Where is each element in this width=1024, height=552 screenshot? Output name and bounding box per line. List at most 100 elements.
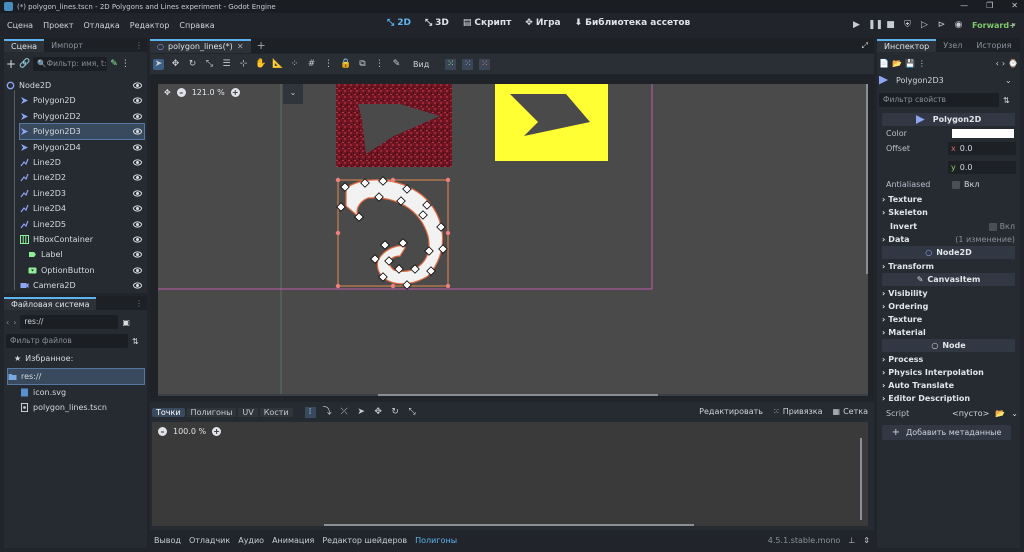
visibility-eye-icon[interactable] (133, 127, 142, 136)
pivot-tool-icon[interactable]: ⊹ (238, 59, 249, 70)
menu-project[interactable]: Проект (38, 21, 78, 30)
renderer-select[interactable]: Forward+ (972, 21, 1016, 30)
tab-debugger[interactable]: Отладчик (185, 536, 234, 545)
distraction-free-icon[interactable]: ⤢ (862, 41, 868, 51)
scene-options-icon[interactable]: ⋮ (121, 59, 130, 69)
grid-snap-icon[interactable]: # (306, 59, 317, 70)
tab-output[interactable]: Вывод (150, 536, 185, 545)
tab-animation[interactable]: Анимация (268, 536, 318, 545)
forward-icon[interactable]: › (13, 318, 16, 327)
filter-options-icon[interactable]: ⇅ (1003, 96, 1010, 105)
smart-snap-icon[interactable]: ⁘ (289, 59, 300, 70)
dock-menu-icon[interactable]: ⋮ (135, 41, 143, 50)
tab-filesystem[interactable]: Файловая система (4, 297, 97, 310)
visibility-eye-icon[interactable] (133, 96, 142, 105)
prop-data-group[interactable]: › Data (1 изменение) (882, 233, 1017, 246)
visibility-eye-icon[interactable] (133, 189, 142, 198)
fs-path-input[interactable]: res:// (20, 315, 119, 329)
prop-visibility-group[interactable]: › Visibility (882, 287, 1017, 300)
play-scene-icon[interactable]: ▷ (919, 20, 930, 31)
select-point-icon[interactable]: ➤ (356, 407, 367, 418)
invert-checkbox[interactable]: Вкл (988, 222, 1015, 231)
scene-tree-node-line2d[interactable]: Line2D (20, 155, 144, 170)
visibility-eye-icon[interactable] (133, 250, 142, 259)
visibility-eye-icon[interactable] (133, 204, 142, 213)
offset-x-field[interactable]: x 0.0 (948, 142, 1016, 155)
scale-tool-icon[interactable]: ⤡ (204, 59, 215, 70)
skeleton-icon[interactable]: ✎ (391, 59, 402, 70)
move-tool-icon[interactable]: ✥ (170, 59, 181, 70)
renderer-chevron-icon[interactable]: ▾ (1012, 21, 1016, 29)
split-point-icon[interactable]: ⤫ (339, 407, 350, 418)
scene-tree-node-hboxcontainer[interactable]: HBoxContainer (20, 232, 144, 247)
menu-scene[interactable]: Сцена (2, 21, 38, 30)
zoom-in-icon[interactable]: + (230, 88, 240, 97)
remote-debug-icon[interactable]: ⛨ (902, 20, 913, 31)
edit-menu[interactable]: Редактировать (699, 407, 763, 416)
prop-skeleton-group[interactable]: › Skeleton (882, 206, 1017, 219)
tab-history[interactable]: История (969, 39, 1018, 52)
tab-audio[interactable]: Аудио (234, 536, 268, 545)
play-custom-icon[interactable]: ⊳ (936, 20, 947, 31)
bones-icon[interactable]: ⋮ (374, 59, 385, 70)
ruler-tool-icon[interactable]: 📐 (272, 59, 283, 70)
tab-polygons[interactable]: Полигоны (186, 407, 237, 417)
gizmo-c-icon[interactable]: ⁙ (479, 58, 491, 70)
pan-viewport-icon[interactable]: ✥ (164, 88, 171, 97)
extra-options-icon[interactable]: ⋮ (918, 59, 926, 68)
prop-process-group[interactable]: › Process (882, 353, 1017, 366)
color-picker-button[interactable] (952, 129, 1014, 138)
grid-toggle[interactable]: ▦ Сетка (833, 407, 868, 416)
history-forward-icon[interactable]: › (1002, 59, 1005, 68)
visibility-eye-icon[interactable] (133, 173, 142, 182)
scene-tree-node-line2d5[interactable]: Line2D5 (20, 217, 144, 232)
visibility-eye-icon[interactable] (133, 112, 142, 121)
scene-tree-node-node2d[interactable]: Node2D (6, 78, 144, 93)
play-icon[interactable]: ▶ (851, 20, 862, 31)
scene-tree-node-polygon2d3[interactable]: Polygon2D3 (19, 123, 145, 141)
scene-tree-node-line2d4[interactable]: Line2D4 (20, 201, 144, 216)
favorites-header[interactable]: ★ Избранное: (14, 354, 73, 363)
lock-icon[interactable]: 🔒 (340, 59, 351, 70)
create-point-icon[interactable]: ⁞ (304, 406, 316, 418)
rotate-tool-icon[interactable]: ↻ (187, 59, 198, 70)
visibility-eye-icon[interactable] (133, 266, 142, 275)
prop-texture-group[interactable]: › Texture (882, 193, 1017, 206)
prop-material-group[interactable]: › Material (882, 326, 1017, 339)
scene-tree-node-label[interactable]: Label (28, 247, 144, 262)
menu-help[interactable]: Справка (174, 21, 219, 30)
visibility-eye-icon[interactable] (133, 281, 142, 290)
scene-tree-node-polygon2d4[interactable]: Polygon2D4 (20, 140, 144, 155)
fs-dock-menu-icon[interactable]: ⋮ (135, 299, 143, 308)
object-history-icon[interactable]: ⌚ (1008, 59, 1018, 68)
uv-zoom-out-icon[interactable]: – (158, 427, 167, 436)
inspector-object-selector[interactable]: Polygon2D3 (879, 73, 999, 87)
add-metadata-button[interactable]: + Добавить метаданные (882, 425, 1011, 440)
history-back-icon[interactable]: ‹ (996, 59, 999, 68)
scene-tree-node-line2d3[interactable]: Line2D3 (20, 186, 144, 201)
zoom-out-icon[interactable]: – (176, 88, 186, 97)
scene-filter-input[interactable]: 🔍Фильтр: имя, t: (33, 57, 108, 71)
expand-bottom-icon[interactable]: ⇕ (863, 536, 870, 545)
workspace-3d-button[interactable]: ⤡ 3D (420, 18, 454, 28)
version-label[interactable]: 4.5.1.stable.mono (768, 536, 841, 545)
scene-tree-node-camera2d[interactable]: Camera2D (20, 278, 144, 293)
minimize-icon[interactable]: — (960, 1, 968, 10)
fs-item-polygon-lines-tscn[interactable]: polygon_lines.tscn (20, 400, 144, 415)
close-tab-icon[interactable]: ✕ (237, 41, 244, 52)
fs-filter-input[interactable]: Фильтр файлов (6, 334, 128, 348)
workspace-script-button[interactable]: ▤ Скрипт (458, 18, 516, 28)
rotate-polygon-icon[interactable]: ↻ (390, 407, 401, 418)
gizmo-a-icon[interactable]: ⁙ (445, 58, 457, 70)
fs-item-res-[interactable]: res:// (7, 368, 145, 385)
workspace-2d-button[interactable]: ⤡ 2D (382, 18, 416, 28)
gizmo-b-icon[interactable]: ⁙ (462, 58, 474, 70)
script-picker[interactable]: <пусто> 📂 ⌄ (952, 409, 1018, 418)
tab-bones[interactable]: Кости (259, 407, 293, 417)
maximize-icon[interactable]: ❐ (986, 1, 993, 10)
section-polygon2d[interactable]: Polygon2D (882, 113, 1015, 126)
stop-icon[interactable]: ■ (885, 20, 896, 31)
uv-zoom-level[interactable]: 100.0 % (173, 427, 206, 436)
polygon2d-yellow-node[interactable] (495, 84, 608, 161)
move-polygon-icon[interactable]: ✥ (373, 407, 384, 418)
